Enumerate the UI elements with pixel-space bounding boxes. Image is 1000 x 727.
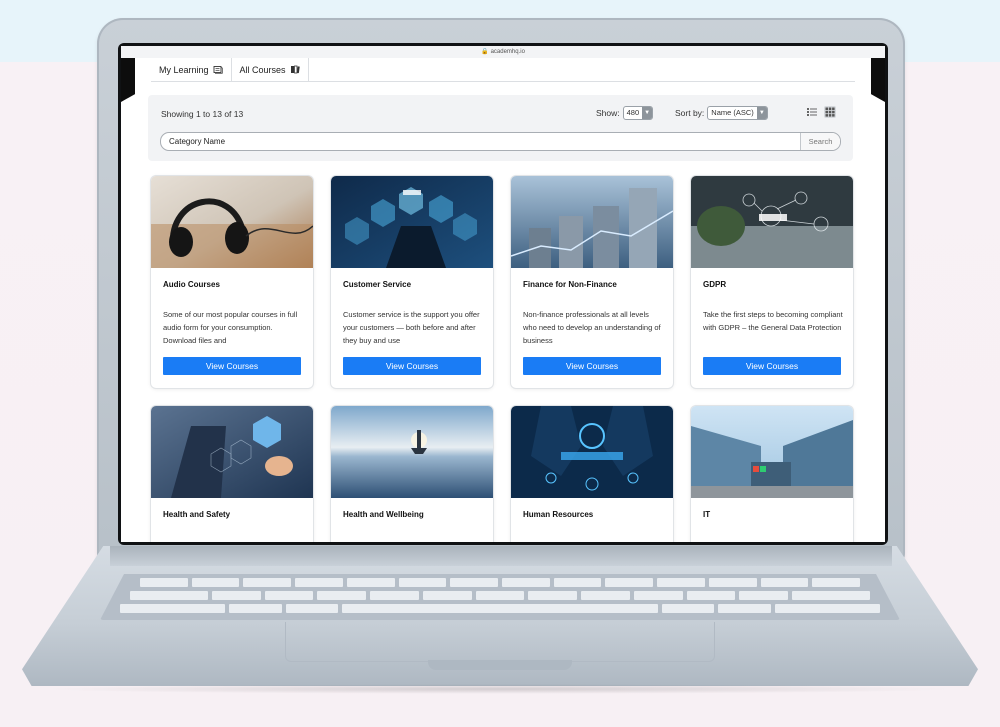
course-card-gdpr[interactable]: GDPR Take the first steps to becoming co… xyxy=(691,176,853,388)
work-safety-image xyxy=(151,406,313,498)
chevron-down-icon: ▼ xyxy=(642,107,653,119)
trackpad xyxy=(285,622,715,662)
view-courses-button[interactable]: View Courses xyxy=(703,357,841,375)
catalog-tabs: My Learning All Courses xyxy=(151,58,855,82)
sort-value: Name (ASC) xyxy=(711,108,754,117)
hr-tech-image xyxy=(511,406,673,498)
gdpr-network-image xyxy=(691,176,853,268)
browser-address-bar[interactable]: 🔒 academhq.io xyxy=(121,46,885,58)
course-description: Some of our most popular courses in full… xyxy=(163,310,298,345)
course-title: Customer Service xyxy=(343,280,412,289)
course-thumbnail xyxy=(151,176,313,268)
course-thumbnail xyxy=(331,176,493,268)
laptop-hinge xyxy=(110,546,892,566)
tab-all-courses[interactable]: All Courses xyxy=(232,58,309,81)
course-title: Audio Courses xyxy=(163,280,220,289)
key-row xyxy=(120,604,881,613)
course-title: Health and Safety xyxy=(163,510,231,519)
view-courses-button[interactable]: View Courses xyxy=(163,357,301,375)
customer-service-image xyxy=(331,176,493,268)
course-thumbnail xyxy=(331,406,493,498)
url-text: academhq.io xyxy=(490,49,525,55)
course-title: IT xyxy=(703,510,711,519)
course-catalog-app: My Learning All Courses Showing 1 to 13 … xyxy=(121,58,885,542)
course-thumbnail xyxy=(691,176,853,268)
coins-chart-image xyxy=(511,176,673,268)
view-courses-button[interactable]: View Courses xyxy=(343,357,481,375)
laptop-shadow xyxy=(40,684,960,694)
page-size-control: Show: 480 ▼ xyxy=(596,106,654,120)
catalog-toolbar: Showing 1 to 13 of 13 Show: 480 ▼ Sort b… xyxy=(148,95,853,161)
course-card-human-resources[interactable]: Human Resources xyxy=(511,406,673,542)
course-thumbnail xyxy=(691,406,853,498)
sort-control: Sort by: Name (ASC) ▼ xyxy=(675,106,768,120)
course-card-finance[interactable]: Finance for Non-Finance Non-finance prof… xyxy=(511,176,673,388)
sort-label: Sort by: xyxy=(675,108,705,118)
list-view-icon[interactable] xyxy=(806,106,818,118)
laptop-screen: 🔒 academhq.io My Learning All Courses Sho… xyxy=(121,46,885,542)
sort-select[interactable]: Name (ASC) ▼ xyxy=(707,106,768,120)
lid-notch xyxy=(428,660,572,670)
chevron-down-icon: ▼ xyxy=(756,107,767,119)
results-count: Showing 1 to 13 of 13 xyxy=(161,109,244,119)
course-thumbnail xyxy=(511,406,673,498)
header-band-left xyxy=(121,58,135,102)
course-card-audio[interactable]: Audio Courses Some of our most popular c… xyxy=(151,176,313,388)
category-search-input[interactable] xyxy=(169,133,789,150)
key-row xyxy=(130,591,871,600)
course-card-health-wellbeing[interactable]: Health and Wellbeing xyxy=(331,406,493,542)
lock-icon: 🔒 xyxy=(481,49,489,55)
grid-view-icon[interactable] xyxy=(824,106,836,118)
page-size-value: 480 xyxy=(626,108,640,117)
office-building-image xyxy=(691,406,853,498)
book-icon xyxy=(213,66,223,74)
course-title: Human Resources xyxy=(523,510,594,519)
category-search: Search xyxy=(160,132,841,151)
key-row xyxy=(140,578,861,587)
course-title: Health and Wellbeing xyxy=(343,510,424,519)
view-courses-button[interactable]: View Courses xyxy=(523,357,661,375)
course-title: GDPR xyxy=(703,280,727,289)
tab-label: My Learning xyxy=(159,64,209,75)
show-label: Show: xyxy=(596,108,620,118)
course-card-health-safety[interactable]: Health and Safety xyxy=(151,406,313,542)
tab-my-learning[interactable]: My Learning xyxy=(151,58,232,81)
course-thumbnail xyxy=(151,406,313,498)
tab-label: All Courses xyxy=(239,64,286,75)
course-thumbnail xyxy=(511,176,673,268)
meditation-image xyxy=(331,406,493,498)
headphones-image xyxy=(151,176,313,268)
keyboard xyxy=(100,574,900,620)
search-button[interactable]: Search xyxy=(800,133,840,150)
page-size-select[interactable]: 480 ▼ xyxy=(622,106,654,120)
course-description: Customer service is the support you offe… xyxy=(343,310,480,345)
course-description: Take the first steps to becoming complia… xyxy=(703,310,843,332)
course-title: Finance for Non-Finance xyxy=(523,280,617,289)
header-band-right xyxy=(871,58,885,102)
books-icon xyxy=(290,65,300,74)
course-card-customer-service[interactable]: Customer Service Customer service is the… xyxy=(331,176,493,388)
course-description: Non-finance professionals at all levels … xyxy=(523,310,661,345)
course-card-it[interactable]: IT xyxy=(691,406,853,542)
